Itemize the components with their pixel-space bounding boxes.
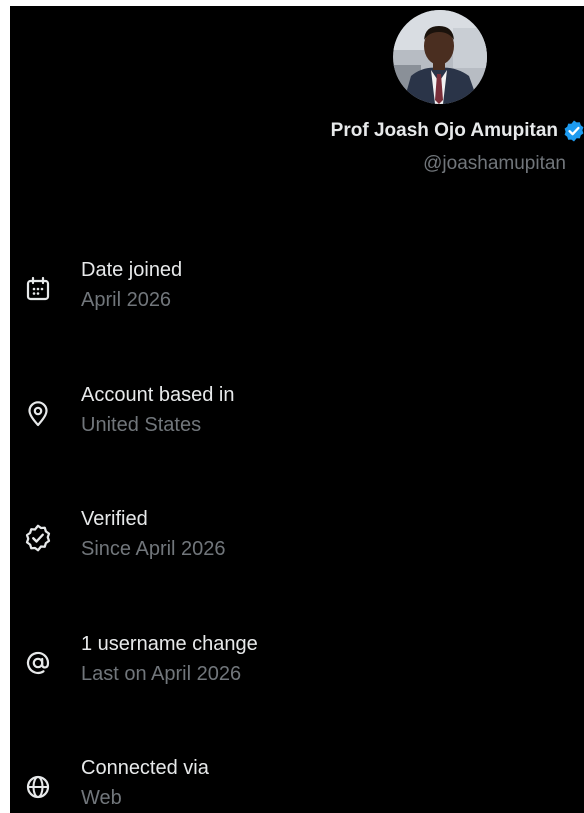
- about-account-panel: Prof Joash Ojo Amupitan @joashamupitan D…: [10, 6, 584, 813]
- at-sign-icon: [23, 648, 53, 678]
- detail-row-account-based-in: Account based in United States: [10, 383, 584, 443]
- detail-value: April 2026: [81, 289, 172, 311]
- location-pin-icon: [23, 399, 53, 429]
- detail-label: Account based in: [81, 384, 235, 406]
- detail-row-date-joined: Date joined April 2026: [10, 258, 584, 318]
- avatar[interactable]: [393, 10, 487, 104]
- detail-value: Web: [81, 787, 122, 809]
- detail-value: Last on April 2026: [81, 663, 242, 685]
- detail-label: Date joined: [81, 259, 183, 281]
- calendar-icon: [23, 274, 53, 304]
- detail-value: United States: [81, 414, 202, 436]
- detail-value: Since April 2026: [81, 538, 226, 560]
- detail-row-verified: Verified Since April 2026: [10, 507, 584, 567]
- detail-label: 1 username change: [81, 633, 258, 655]
- globe-icon: [23, 772, 53, 802]
- detail-label: Verified: [81, 508, 148, 530]
- display-name[interactable]: Prof Joash Ojo Amupitan: [331, 120, 558, 142]
- username-handle[interactable]: @joashamupitan: [423, 153, 566, 175]
- verified-check-icon: [23, 523, 53, 553]
- detail-row-username-change: 1 username change Last on April 2026: [10, 632, 584, 692]
- avatar-image: [393, 10, 487, 104]
- verified-badge-icon[interactable]: [562, 119, 584, 143]
- detail-label: Connected via: [81, 757, 209, 779]
- detail-row-connected-via: Connected via Web: [10, 756, 584, 813]
- name-row: Prof Joash Ojo Amupitan: [331, 119, 584, 143]
